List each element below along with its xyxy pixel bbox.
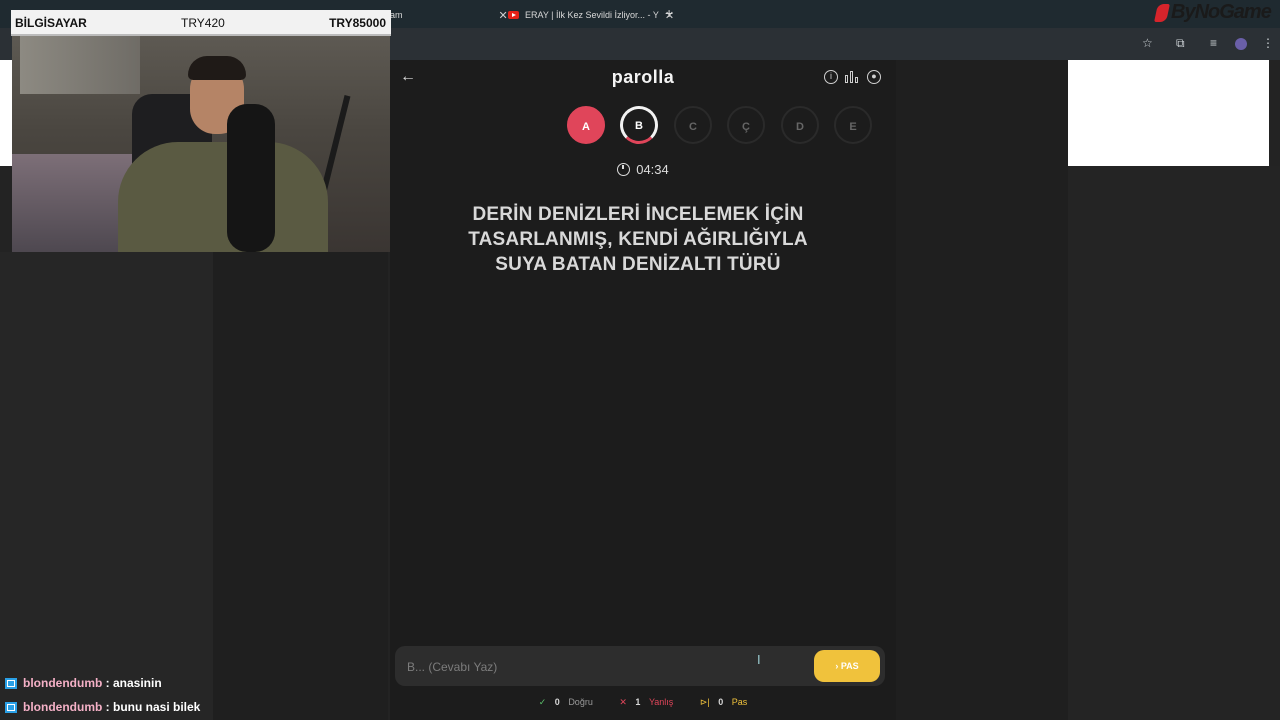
answer-bar: I › PAS bbox=[395, 646, 885, 686]
browser-tab[interactable]: am ✕ bbox=[390, 4, 508, 26]
wrong-stat: ✕ 1 Yanlış bbox=[619, 697, 674, 707]
game-logo: parolla bbox=[611, 67, 675, 87]
answer-input[interactable] bbox=[405, 654, 799, 680]
chat-message: blondendumb : bunu nasi bilek bbox=[5, 700, 200, 714]
twitch-icon bbox=[5, 677, 17, 689]
letter-c-cedilla: Ç bbox=[727, 106, 765, 144]
stats-icon[interactable] bbox=[845, 70, 859, 84]
chat-message: blondendumb : anasinin bbox=[5, 676, 162, 690]
twitch-icon bbox=[5, 701, 17, 713]
stream-price-ticker: BİLGİSAYAR TRY420 TRY85000 bbox=[11, 10, 391, 36]
ticker-item-target: TRY85000 bbox=[329, 16, 386, 30]
browser-tab-youtube[interactable]: ERAY | İlk Kez Sevildi İzliyor... - Y ✕ bbox=[508, 4, 674, 26]
text-cursor-icon: I bbox=[757, 652, 761, 667]
chat-username: blondendumb bbox=[23, 676, 103, 690]
stream-left-area bbox=[0, 252, 213, 720]
page-background-white bbox=[0, 60, 12, 166]
brand-mark-icon bbox=[1154, 3, 1170, 22]
page-side-panel bbox=[213, 252, 388, 720]
profile-icon[interactable]: ● bbox=[867, 70, 881, 84]
skip-icon: ⊳| bbox=[699, 697, 710, 707]
pass-stat: ⊳| 0 Pas bbox=[699, 697, 748, 707]
countdown-timer: 04:34 bbox=[390, 162, 896, 177]
parolla-game: ← parolla i ● A B C Ç D E 04:34 DERİN DE… bbox=[390, 60, 896, 720]
chat-username: blondendumb bbox=[23, 700, 103, 714]
letter-progress: A B C Ç D E bbox=[390, 106, 896, 146]
letter-e: E bbox=[834, 106, 872, 144]
extensions-icon[interactable]: ⧉ bbox=[1176, 36, 1185, 51]
page-side-panel bbox=[896, 60, 1068, 720]
letter-c: C bbox=[674, 106, 712, 144]
timer-value: 04:34 bbox=[636, 162, 669, 177]
cross-icon: ✕ bbox=[619, 697, 627, 707]
chat-text: anasinin bbox=[113, 676, 162, 690]
tab-title: am bbox=[390, 10, 403, 20]
brand-logo: ByNoGame bbox=[1154, 1, 1272, 24]
more-menu-icon[interactable]: ⋮ bbox=[1262, 36, 1274, 50]
page-background-white bbox=[1068, 60, 1269, 166]
clock-icon bbox=[617, 163, 631, 176]
letter-b: B bbox=[620, 106, 658, 144]
webcam-feed bbox=[12, 34, 390, 252]
ticker-item-name: BİLGİSAYAR bbox=[15, 16, 87, 30]
tab-title: ERAY | İlk Kez Sevildi İzliyor... - Y bbox=[525, 10, 659, 20]
youtube-icon bbox=[508, 11, 519, 19]
page-side-panel bbox=[1068, 166, 1280, 720]
letter-d: D bbox=[781, 106, 819, 144]
bookmark-star-icon[interactable]: ☆ bbox=[1142, 36, 1153, 50]
tab-close-icon[interactable]: ✕ bbox=[499, 9, 508, 22]
info-icon[interactable]: i bbox=[824, 70, 838, 84]
ticker-item-price: TRY420 bbox=[181, 16, 225, 30]
profile-avatar[interactable] bbox=[1235, 38, 1247, 50]
chat-text: bunu nasi bilek bbox=[113, 700, 201, 714]
check-icon: ✓ bbox=[538, 697, 547, 707]
pass-button[interactable]: › PAS bbox=[814, 650, 880, 682]
question-text: DERİN DENİZLERİ İNCELEMEK İÇİN TASARLANM… bbox=[468, 204, 808, 275]
new-tab-button[interactable]: + bbox=[665, 5, 673, 21]
score-stats: ✓ 0 Doğru ✕ 1 Yanlış ⊳| 0 Pas bbox=[390, 697, 896, 708]
letter-a: A bbox=[567, 106, 605, 144]
correct-stat: ✓ 0 Doğru bbox=[538, 697, 593, 707]
media-control-icon[interactable]: ≡ bbox=[1210, 36, 1217, 50]
